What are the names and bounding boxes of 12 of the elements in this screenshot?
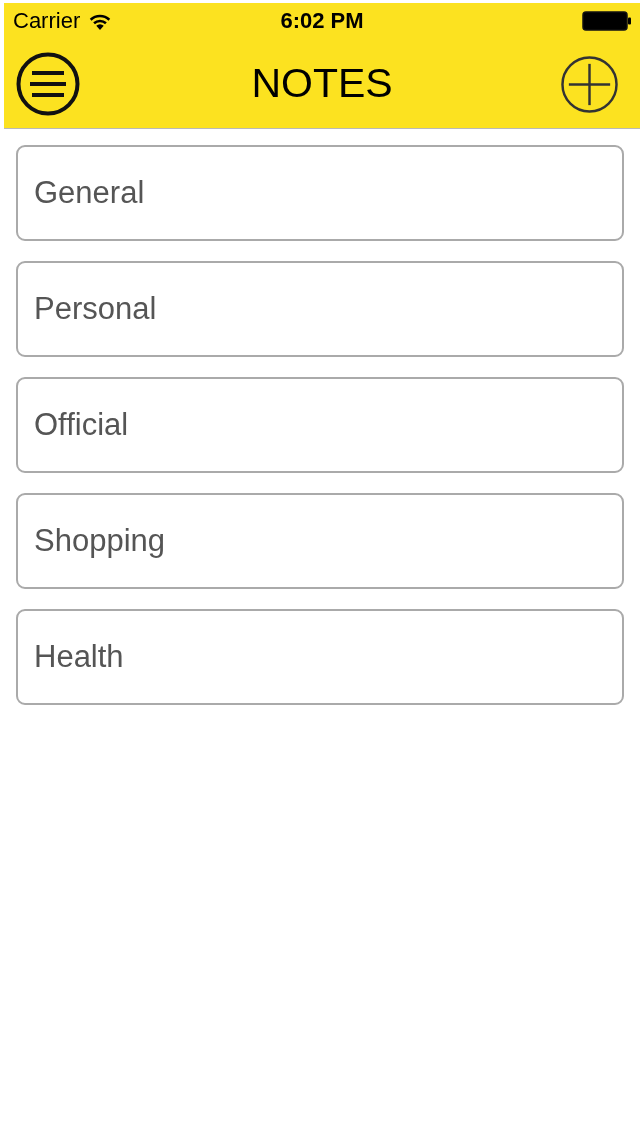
menu-icon[interactable] (16, 51, 80, 116)
wifi-icon (88, 12, 113, 30)
status-time: 6:02 PM (280, 8, 364, 34)
screen-title: NOTES (251, 60, 393, 107)
battery-icon (582, 11, 632, 31)
category-item[interactable]: Health (16, 609, 624, 705)
carrier-label: Carrier (13, 8, 81, 34)
add-icon[interactable] (561, 56, 618, 113)
category-item[interactable]: General (16, 145, 624, 241)
category-item[interactable]: Shopping (16, 493, 624, 589)
category-item[interactable]: Official (16, 377, 624, 473)
category-item[interactable]: Personal (16, 261, 624, 357)
